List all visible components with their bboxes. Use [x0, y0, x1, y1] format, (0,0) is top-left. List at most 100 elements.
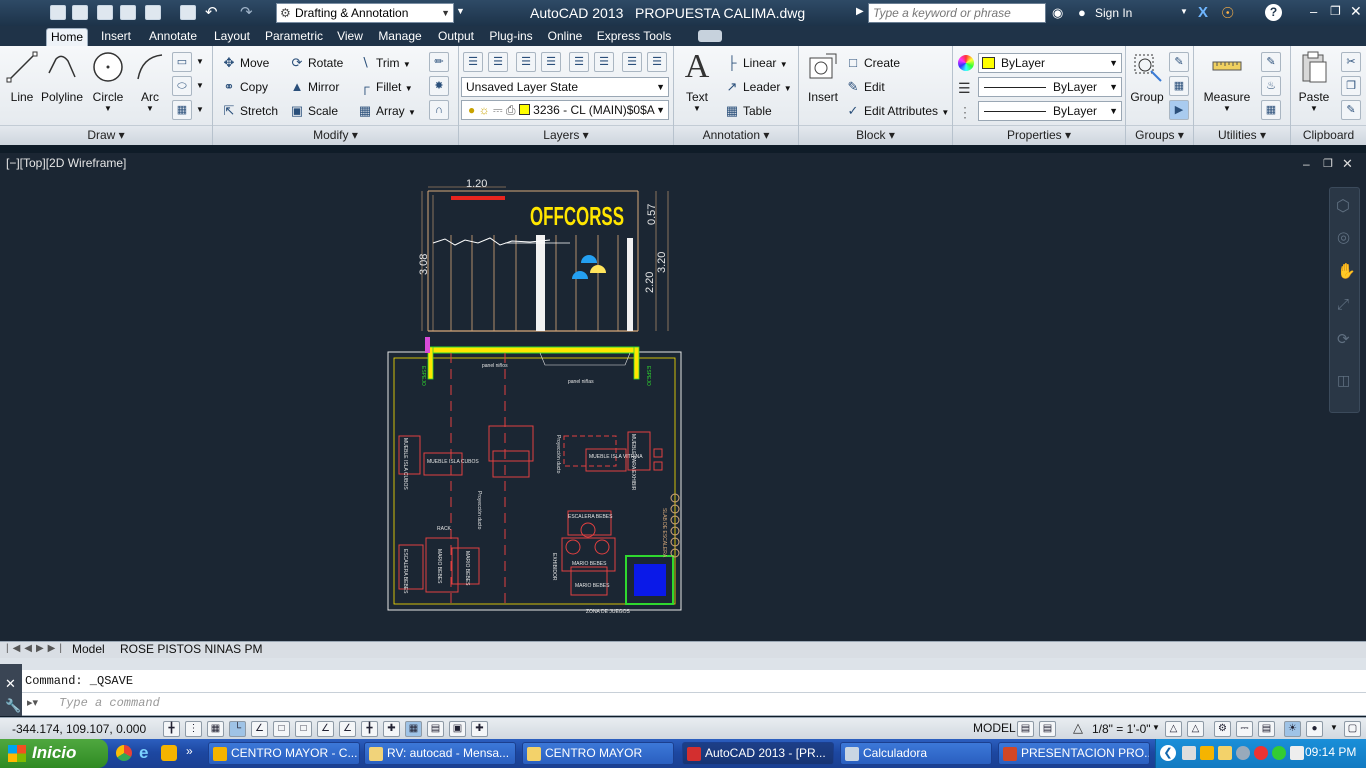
arc-button[interactable]: Arc ▼: [131, 50, 169, 113]
group-edit-icon[interactable]: ▦: [1169, 76, 1189, 96]
transparency-icon[interactable]: ▦: [405, 721, 422, 737]
circle-button[interactable]: Circle ▼: [88, 50, 128, 113]
pan-icon[interactable]: ✋: [1337, 262, 1356, 280]
match-properties-icon[interactable]: ✎: [1341, 100, 1361, 120]
object-snap-tracking-icon[interactable]: ∠: [317, 721, 334, 737]
viewcube-icon[interactable]: ⬡: [1336, 196, 1350, 216]
workspace-dropdown[interactable]: ⚙ Drafting & Annotation ▼: [276, 3, 454, 23]
network-icon[interactable]: [1182, 746, 1196, 760]
annotation-monitor-icon[interactable]: ✚: [471, 721, 488, 737]
layer-isolate-icon[interactable]: ☰: [516, 52, 536, 72]
properties-panel-title[interactable]: Properties ▾: [953, 125, 1125, 145]
groups-panel-title[interactable]: Groups ▾: [1126, 125, 1193, 145]
lineweight-dropdown[interactable]: ByLayer ▼: [978, 77, 1122, 97]
hatch-icon[interactable]: ▦: [172, 100, 192, 120]
command-splitter[interactable]: [0, 658, 1366, 670]
chevron-down-icon[interactable]: ▼: [1330, 723, 1338, 732]
command-prompt-icon[interactable]: ▸▾: [27, 696, 38, 709]
folder-icon[interactable]: [1218, 746, 1232, 760]
save-as-icon[interactable]: [120, 5, 136, 20]
table-button[interactable]: ▦ Table: [724, 101, 772, 121]
snap-mode-icon[interactable]: ⋮: [185, 721, 202, 737]
edit-attributes-button[interactable]: ✓ Edit Attributes ▼: [845, 101, 950, 121]
tab-online[interactable]: Online: [543, 28, 587, 46]
insert-button[interactable]: Insert: [803, 50, 843, 104]
ortho-mode-icon[interactable]: └: [229, 721, 246, 737]
tab-model[interactable]: Model: [72, 642, 105, 658]
drawing-viewport[interactable]: [−][Top][2D Wireframe] – ❐ ✕ 1.20 3.08 0…: [0, 153, 1366, 641]
help-icon[interactable]: ?: [1265, 4, 1282, 21]
linear-button[interactable]: ├ Linear ▼: [724, 53, 787, 73]
ellipse-icon[interactable]: ⬭: [172, 76, 192, 96]
grid-display-icon[interactable]: ▦: [207, 721, 224, 737]
steering-wheel-icon[interactable]: ◎: [1337, 228, 1350, 246]
layer-previous-icon[interactable]: ☰: [622, 52, 642, 72]
object-snap-icon[interactable]: □: [273, 721, 290, 737]
undo-icon[interactable]: ↶: [205, 3, 218, 21]
restore-icon[interactable]: ❐: [1330, 4, 1341, 18]
group-button[interactable]: Group: [1128, 50, 1166, 104]
layer-dropdown[interactable]: ● ☼ ⎓ ⎙ 3236 - CL (MAIN)$0$A ▼: [461, 100, 669, 120]
quick-properties-icon[interactable]: ▤: [427, 721, 444, 737]
plot-icon[interactable]: [180, 5, 196, 20]
tab-annotate[interactable]: Annotate: [145, 28, 201, 46]
chevron-down-icon[interactable]: ▼: [196, 105, 204, 114]
cut-icon[interactable]: ✂: [1341, 52, 1361, 72]
outlook-icon[interactable]: [161, 745, 177, 761]
quick-view-layouts-icon[interactable]: ▤: [1017, 721, 1034, 737]
tab-manage[interactable]: Manage: [374, 28, 426, 46]
copy-button[interactable]: ⚭ Copy: [221, 77, 268, 97]
3d-object-snap-icon[interactable]: □: [295, 721, 312, 737]
tab-plug-ins[interactable]: Plug-ins: [486, 28, 536, 46]
create-block-button[interactable]: □ Create: [845, 53, 900, 73]
tab-express-tools[interactable]: Express Tools: [594, 28, 674, 46]
layers-panel-title[interactable]: Layers ▾: [459, 125, 673, 145]
annotation-scale-dropdown[interactable]: 1/8" = 1'-0": [1092, 722, 1151, 736]
selection-cycling-icon[interactable]: ▣: [449, 721, 466, 737]
start-button[interactable]: Inicio: [0, 739, 108, 768]
quick-select-icon[interactable]: ✎: [1261, 52, 1281, 72]
leader-button[interactable]: ↗ Leader ▼: [724, 77, 792, 97]
auto-scale-icon[interactable]: △: [1187, 721, 1204, 737]
tab-view[interactable]: View: [333, 28, 367, 46]
zoom-extents-icon[interactable]: ⤢: [1337, 296, 1349, 313]
layer-lock-icon[interactable]: ☰: [569, 52, 589, 72]
mirror-button[interactable]: ▲ Mirror: [289, 77, 340, 97]
taskbar-task[interactable]: AutoCAD 2013 - [PR...: [682, 742, 834, 765]
command-input-bar[interactable]: ▸▾ Type a command: [22, 692, 1366, 716]
exchange-icon[interactable]: X: [1198, 4, 1208, 21]
match-properties-icon[interactable]: [958, 55, 974, 71]
polyline-button[interactable]: Polyline: [40, 50, 84, 104]
coordinates-readout[interactable]: -344.174, 109.107, 0.000: [12, 722, 146, 736]
binoculars-icon[interactable]: ◉: [1052, 5, 1063, 21]
chevron-down-icon[interactable]: ▼: [1152, 723, 1160, 732]
lock-ui-icon[interactable]: ⎓: [1236, 721, 1253, 737]
layer-match-icon[interactable]: ☰: [594, 52, 614, 72]
internet-explorer-icon[interactable]: e: [139, 743, 148, 763]
quick-view-drawings-icon[interactable]: ▤: [1039, 721, 1056, 737]
more-icon[interactable]: »: [186, 744, 193, 758]
scale-button[interactable]: ▣ Scale: [289, 101, 338, 121]
close-icon[interactable]: ✕: [1342, 156, 1353, 172]
measure-button[interactable]: Measure ▼: [1200, 50, 1254, 113]
close-icon[interactable]: ✕: [5, 676, 16, 692]
taskbar-task[interactable]: PRESENTACION PRO...: [998, 742, 1150, 765]
chevron-down-icon[interactable]: ▼: [196, 81, 204, 90]
tab-output[interactable]: Output: [433, 28, 479, 46]
array-button[interactable]: ▦ Array ▼: [357, 101, 416, 121]
expand-icon[interactable]: ▶: [856, 6, 864, 17]
display-icon[interactable]: [1290, 746, 1304, 760]
ungroup-icon[interactable]: ✎: [1169, 52, 1189, 72]
layer-state-dropdown[interactable]: Unsaved Layer State ▼: [461, 77, 669, 97]
taskbar-task[interactable]: CENTRO MAYOR - C...: [208, 742, 360, 765]
annotation-panel-title[interactable]: Annotation ▾: [674, 125, 798, 145]
new-file-icon[interactable]: [50, 5, 66, 20]
outlook-icon[interactable]: [1200, 746, 1214, 760]
layer-walk-icon[interactable]: ☰: [647, 52, 667, 72]
volume-icon[interactable]: [1236, 746, 1250, 760]
block-panel-title[interactable]: Block ▾: [799, 125, 952, 145]
tab-navigation-arrows[interactable]: |◀◀▶▶|: [6, 643, 66, 654]
model-space-button[interactable]: MODEL: [973, 721, 1016, 735]
color-dropdown[interactable]: ByLayer ▼: [978, 53, 1122, 73]
isolate-objects-icon[interactable]: ☀: [1284, 721, 1301, 737]
